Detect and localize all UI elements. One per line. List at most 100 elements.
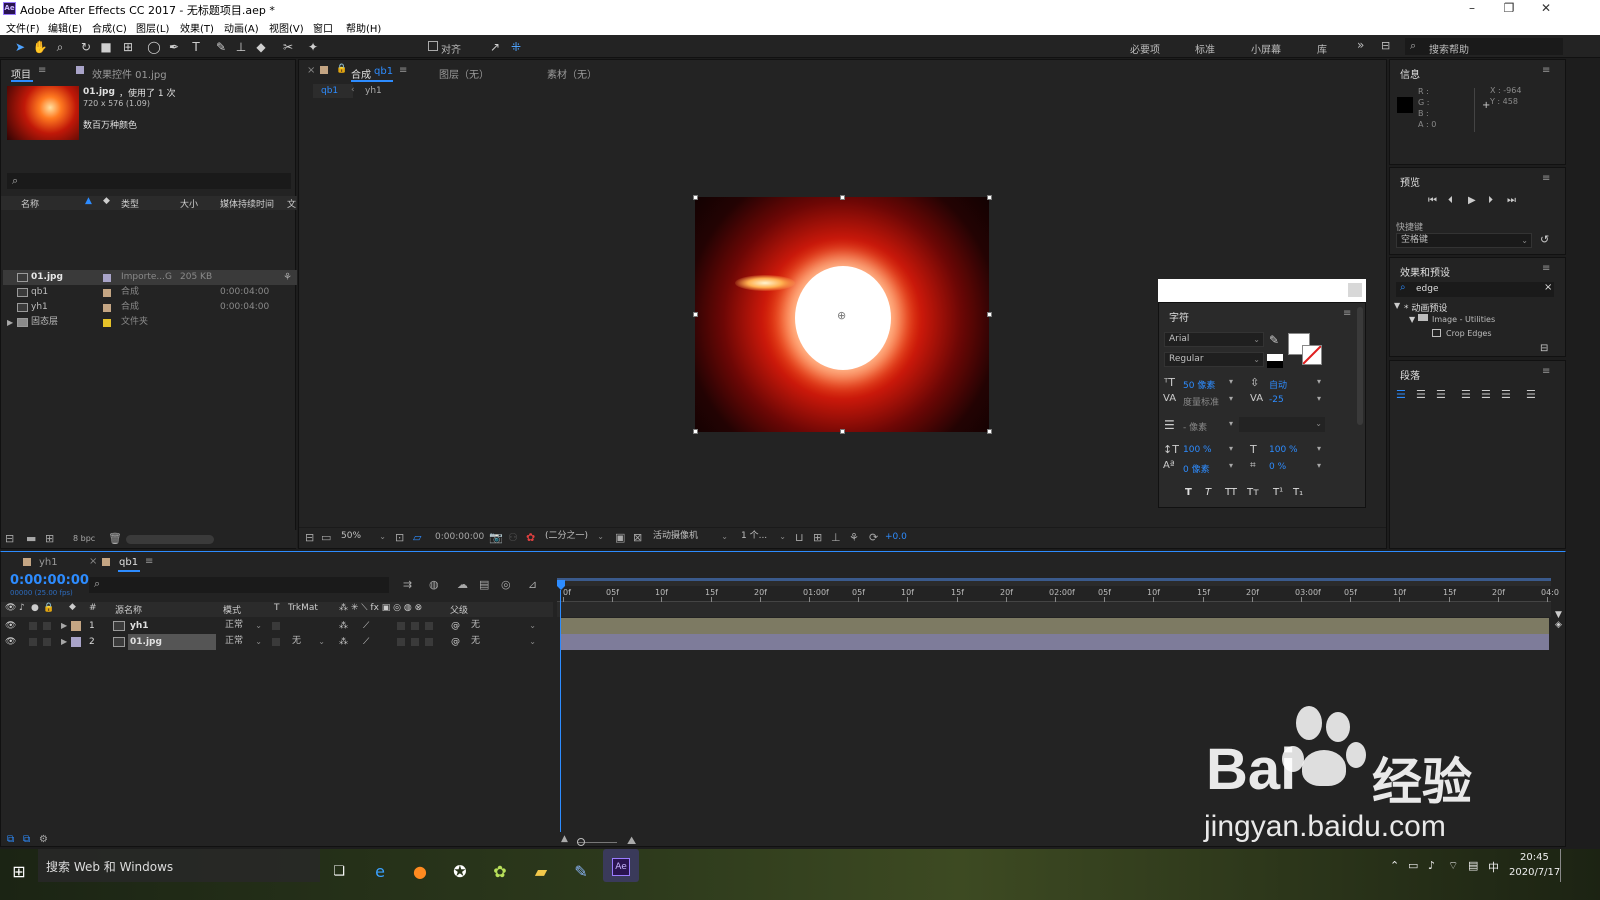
composition-frame[interactable]: ⊕ xyxy=(695,197,989,432)
superscript-button[interactable]: T¹ xyxy=(1273,487,1283,498)
tab-effect-controls[interactable]: 效果控件 01.jpg xyxy=(92,66,167,81)
notepad-icon[interactable]: ✎ xyxy=(570,861,592,883)
timeline-timecode[interactable]: 0:00:00:00 xyxy=(10,573,89,588)
subscript-button[interactable]: T₁ xyxy=(1293,487,1303,498)
windows-start-icon[interactable]: ⊞ xyxy=(8,861,30,883)
expand-arrow-icon[interactable]: ▼ xyxy=(1394,301,1400,310)
faux-italic-button[interactable]: T xyxy=(1205,487,1211,498)
tab-composition-name[interactable]: qb1 xyxy=(374,66,393,77)
new-preset-icon[interactable]: ⊟ xyxy=(1540,343,1548,354)
new-folder-icon[interactable]: ▬ xyxy=(26,532,36,545)
horizontal-scale-value[interactable]: 100 % xyxy=(1269,445,1298,455)
workspace-panel-icon[interactable]: ⊟ xyxy=(1381,39,1390,52)
eye-icon[interactable]: 👁 xyxy=(5,603,16,613)
project-item[interactable]: 01.jpg Importe...G 205 KB ⚘ xyxy=(3,270,297,285)
label-color-swatch[interactable] xyxy=(71,637,81,647)
label-color-swatch[interactable] xyxy=(103,319,111,327)
shy-icon[interactable]: ☁ xyxy=(457,578,468,591)
vertical-scale-value[interactable]: 100 % xyxy=(1183,445,1212,455)
stroke-color-swatch[interactable] xyxy=(1302,345,1322,365)
lock-toggle[interactable] xyxy=(43,638,51,646)
menu-animation[interactable]: 动画(A) xyxy=(224,20,259,35)
expand-arrow-icon[interactable]: ▶ xyxy=(7,315,13,330)
panel-menu-icon[interactable]: ≡ xyxy=(1542,173,1550,184)
battery-icon[interactable]: ▭ xyxy=(1408,859,1418,872)
edge-browser-icon[interactable]: e xyxy=(369,861,391,883)
channel-icon[interactable]: ✿ xyxy=(526,531,535,544)
all-caps-button[interactable]: TT xyxy=(1225,487,1237,498)
switches-icon[interactable]: ⁂ ✳ ⟍ fx ▣ ◎ ◍ ⊗ xyxy=(339,603,422,613)
chevron-down-icon[interactable]: ▾ xyxy=(1317,461,1321,470)
toggle-pixel-icon[interactable]: ⊔ xyxy=(795,531,804,544)
snap-options-icon[interactable]: ⁜ xyxy=(508,39,524,55)
zoom-tool-icon[interactable]: ⌕ xyxy=(52,39,68,55)
selection-tool-icon[interactable]: ➤ xyxy=(12,39,28,55)
white-swatch[interactable] xyxy=(1267,354,1283,361)
views-dropdown[interactable]: 1 个... ⌄ xyxy=(737,530,789,545)
panel-menu-icon[interactable]: ≡ xyxy=(1542,366,1550,377)
transform-handle[interactable] xyxy=(693,312,698,317)
timeline-search-input[interactable]: ⌕ xyxy=(89,577,389,593)
previous-frame-icon[interactable]: ⏴ xyxy=(1448,195,1453,206)
font-style-dropdown[interactable]: Regular ⌄ xyxy=(1164,352,1264,367)
camera-dropdown[interactable]: 活动摄像机 ⌄ xyxy=(649,530,731,545)
frame-blending-icon[interactable]: ▤ xyxy=(479,578,489,591)
justify-center-icon[interactable]: ☰ xyxy=(1481,388,1491,401)
region-of-interest-icon[interactable]: ▣ xyxy=(615,531,625,544)
eyedropper-icon[interactable]: ✎ xyxy=(1269,333,1279,347)
label-color-swatch[interactable] xyxy=(103,304,111,312)
blend-mode-dropdown[interactable]: 正常 ⌄ xyxy=(221,635,265,650)
lock-toggle[interactable] xyxy=(43,622,51,630)
solo-icon[interactable]: ● xyxy=(31,603,39,613)
shy-switch-icon[interactable]: ⁂ xyxy=(339,618,348,634)
paint-icon[interactable]: ✿ xyxy=(489,861,511,883)
menu-window[interactable]: 窗口 xyxy=(313,20,333,35)
more-workspaces-icon[interactable]: » xyxy=(1357,38,1364,52)
tab-timeline-qb1[interactable]: qb1 xyxy=(119,557,138,568)
last-frame-icon[interactable]: ⏭ xyxy=(1507,195,1516,206)
graph-editor-icon[interactable]: ⊿ xyxy=(528,578,537,591)
comp-marker-icon[interactable]: ▼ xyxy=(1555,610,1562,620)
tree-crop-edges[interactable]: Crop Edges xyxy=(1446,329,1492,338)
workspace-essentials[interactable]: 必要项 xyxy=(1130,41,1160,56)
col-duration[interactable]: 媒体持续时间 xyxy=(220,197,274,210)
toggle-modes-icon[interactable]: ⧉ xyxy=(23,834,30,845)
exposure-value[interactable]: +0.0 xyxy=(885,532,907,542)
trkmat-dropdown[interactable]: 无 ⌄ xyxy=(288,635,328,650)
snapshot-icon[interactable]: 📷 xyxy=(489,531,503,544)
layer-row[interactable]: 👁 ▶ 2 01.jpg 正常 ⌄ 无 ⌄ ⁂ ⟋ @ 无 ⌄ xyxy=(1,634,553,650)
preserve-transparency-toggle[interactable] xyxy=(272,638,280,646)
expand-arrow-icon[interactable]: ▼ xyxy=(1409,315,1415,324)
label-color-swatch[interactable] xyxy=(103,274,111,282)
col-size[interactable]: 大小 xyxy=(180,197,198,210)
camera-tool-icon[interactable]: ■ xyxy=(98,39,114,55)
network-icon[interactable]: ⌔ xyxy=(1448,859,1458,873)
lock-icon[interactable]: 🔒 xyxy=(336,64,347,74)
toggle-switches-icon[interactable]: ⧉ xyxy=(7,834,14,845)
close-tab-icon[interactable]: × xyxy=(307,65,315,76)
notification-icon[interactable]: ▤ xyxy=(1468,859,1478,872)
switch-box[interactable] xyxy=(397,638,405,646)
snap-icon[interactable]: ↗ xyxy=(487,39,503,55)
first-frame-icon[interactable]: ⏮ xyxy=(1428,195,1437,206)
quality-switch-icon[interactable]: ⟋ xyxy=(363,634,369,650)
reset-icon[interactable]: ↺ xyxy=(1540,233,1549,246)
tab-footage[interactable]: 素材（无） xyxy=(547,66,597,81)
expand-arrow-icon[interactable]: ▶ xyxy=(61,634,67,650)
lock-icon[interactable]: 🔒 xyxy=(43,603,54,613)
transform-handle[interactable] xyxy=(987,312,992,317)
chevron-down-icon[interactable]: ▾ xyxy=(1229,461,1233,470)
blend-mode-dropdown[interactable]: 正常 ⌄ xyxy=(221,619,265,634)
chevron-down-icon[interactable]: ▾ xyxy=(1229,377,1233,386)
layer-bar-01[interactable] xyxy=(561,634,1549,650)
floating-panel-titlebar[interactable] xyxy=(1158,279,1366,302)
eye-icon[interactable]: 👁 xyxy=(5,618,16,634)
resolution-dropdown[interactable]: (二分之一) ⌄ xyxy=(541,530,607,545)
new-composition-icon[interactable]: ⊞ xyxy=(45,532,54,545)
tracking-value[interactable]: -25 xyxy=(1269,395,1284,405)
safe-margins-icon[interactable]: ⊡ xyxy=(395,531,404,544)
file-explorer-icon[interactable]: ▰ xyxy=(530,861,552,883)
chevron-down-icon[interactable]: ▾ xyxy=(1229,444,1233,453)
zoom-dropdown[interactable]: 50% ⌄ xyxy=(337,530,389,545)
tab-project[interactable]: 项目 xyxy=(11,66,31,81)
